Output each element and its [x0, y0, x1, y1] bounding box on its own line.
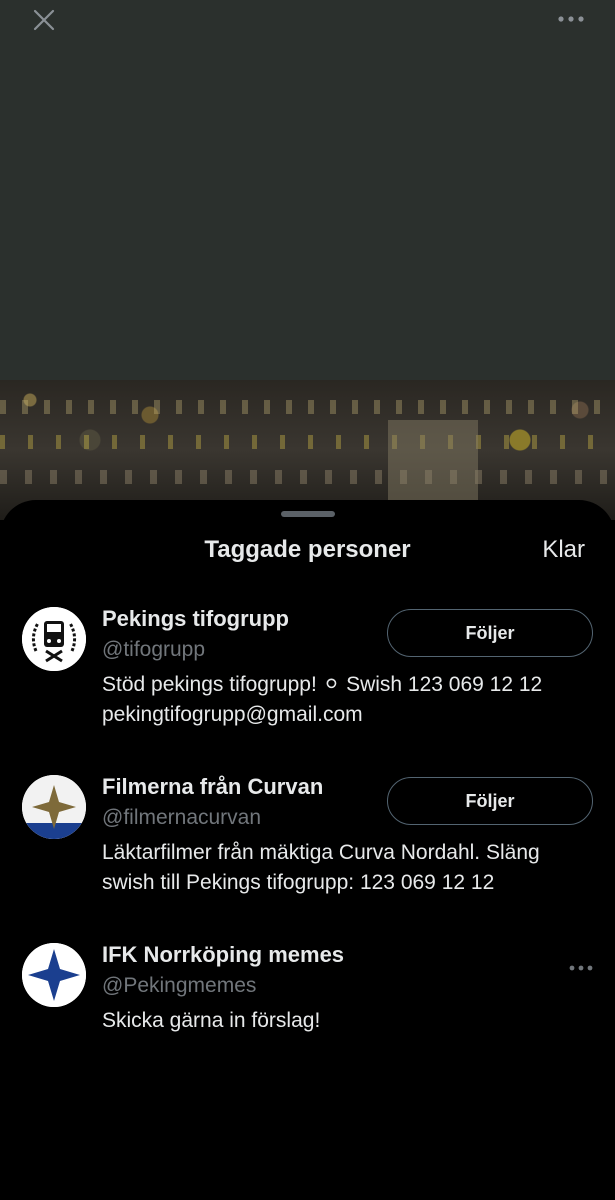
person-name[interactable]: Filmerna från Curvan [102, 774, 323, 800]
more-horizontal-icon [569, 965, 593, 971]
close-icon [33, 9, 55, 31]
done-button[interactable]: Klar [542, 536, 585, 564]
bio-line: Läktarfilmer från mäktiga Curva Nordahl.… [102, 841, 540, 864]
curvan-logo-icon [22, 775, 86, 839]
avatar[interactable] [22, 607, 86, 671]
person-handle[interactable]: @tifogrupp [102, 638, 205, 662]
person-name[interactable]: IFK Norrköping memes [102, 942, 344, 968]
bio-line: Stöd pekings tifogrupp! ⚪ Swish 123 069 … [102, 673, 543, 696]
avatar[interactable] [22, 943, 86, 1007]
more-options-button[interactable] [564, 958, 598, 978]
stadium-photo [0, 380, 615, 520]
sheet-grabber-handle[interactable] [281, 511, 335, 517]
avatar[interactable] [22, 775, 86, 839]
following-button[interactable]: Följer [387, 777, 593, 825]
person-bio: Skicka gärna in förslag! [102, 1006, 602, 1036]
ifk-star-logo-icon [22, 943, 86, 1007]
close-button[interactable] [30, 6, 58, 34]
more-horizontal-icon [558, 16, 584, 22]
person-handle[interactable]: @filmernacurvan [102, 806, 261, 830]
person-bio: Läktarfilmer från mäktiga Curva Nordahl.… [102, 838, 602, 898]
tagged-people-sheet: Taggade personer Klar Pekings tifogrupp … [0, 500, 615, 1200]
tifogrupp-logo-icon [22, 607, 86, 671]
bio-line: Skicka gärna in förslag! [102, 1009, 321, 1032]
person-handle[interactable]: @Pekingmemes [102, 974, 256, 998]
person-name[interactable]: Pekings tifogrupp [102, 606, 289, 632]
sheet-title: Taggade personer [204, 536, 411, 563]
bio-line: pekingtifogrupp@gmail.com [102, 703, 363, 726]
following-button[interactable]: Följer [387, 609, 593, 657]
media-viewer-background [0, 0, 615, 380]
bio-line: swish till Pekings tifogrupp: 123 069 12… [102, 871, 495, 894]
more-options-button[interactable] [555, 8, 587, 30]
person-bio: Stöd pekings tifogrupp! ⚪ Swish 123 069 … [102, 670, 602, 730]
